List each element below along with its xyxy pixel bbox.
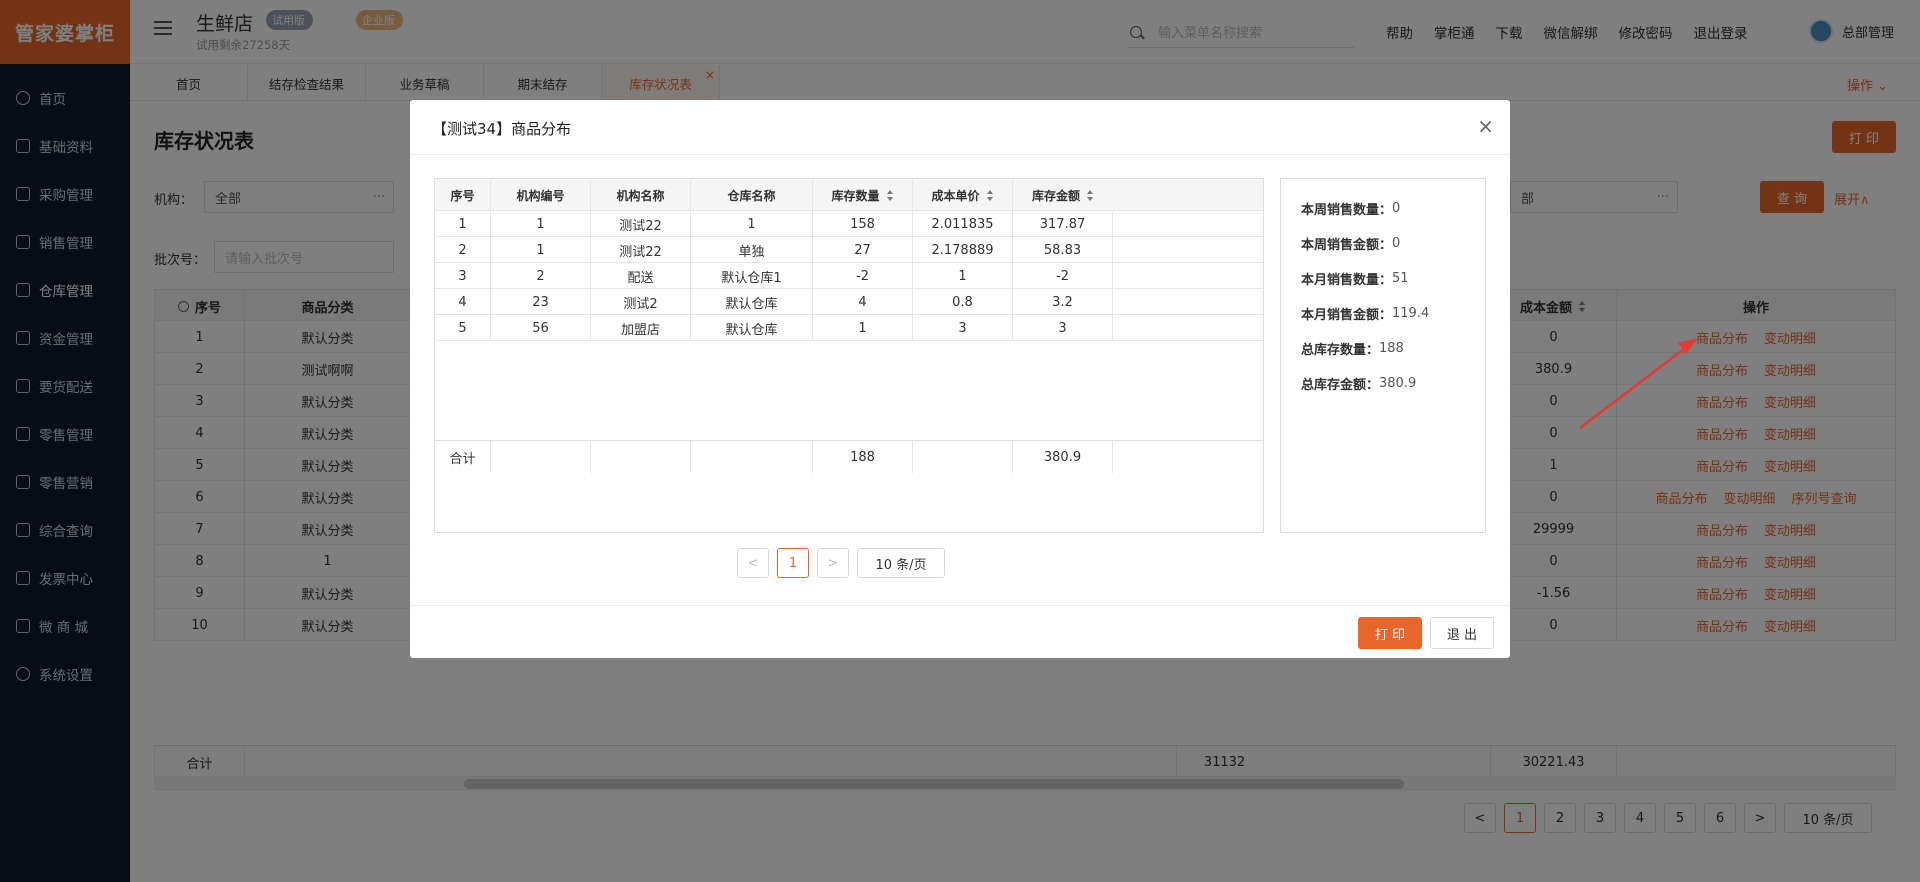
col-header-label: 库存金额: [1031, 188, 1080, 203]
row-warehouse: 默认仓库: [691, 289, 813, 315]
stat-value: 380.9: [1379, 376, 1417, 391]
table-row: 2 1 测试22 单独 27 2.178889 58.83: [435, 237, 1263, 263]
page-button[interactable]: 1: [777, 548, 809, 578]
row-unit-cost: 0.8: [913, 289, 1013, 315]
table-row: 1 1 测试22 1 158 2.011835 317.87: [435, 211, 1263, 237]
col-header-stock-qty[interactable]: 库存数量: [813, 179, 913, 211]
table-row: 4 23 测试2 默认仓库 4 0.8 3.2: [435, 289, 1263, 315]
row-org-code: 2: [491, 263, 591, 289]
dialog-exit-button[interactable]: 退 出: [1430, 617, 1494, 649]
dialog-pagination: < 1 > 10 条/页: [737, 548, 953, 578]
row-warehouse: 默认仓库: [691, 315, 813, 341]
stat-label: 本周销售数量：: [1301, 203, 1393, 218]
stat-label: 本月销售金额：: [1301, 308, 1393, 323]
distribution-dialog: 【测试34】商品分布 × 序号 机构编号 机构名称 仓库名称 库存数量 成本单价…: [410, 100, 1510, 658]
stat-month-sales-amount: 本月销售金额： 119.4: [1301, 296, 1485, 331]
row-org-name: 配送: [591, 263, 691, 289]
total-cell: [591, 441, 691, 473]
stat-month-sales-qty: 本月销售数量： 51: [1301, 261, 1485, 296]
distribution-table: 序号 机构编号 机构名称 仓库名称 库存数量 成本单价 库存金额 1 1 测试22 1…: [434, 178, 1264, 533]
table-total-row: 合计 188 380.9: [435, 440, 1263, 473]
row-warehouse: 单独: [691, 237, 813, 263]
row-stock-qty: 158: [813, 211, 913, 237]
total-stock-amount: 380.9: [1013, 441, 1113, 473]
row-no: 5: [435, 315, 491, 341]
stat-value: 0: [1392, 236, 1401, 251]
row-stock-amount: 317.87: [1013, 211, 1113, 237]
stat-label: 总库存数量：: [1301, 343, 1380, 358]
stat-value: 0: [1392, 201, 1401, 216]
row-stock-amount: -2: [1013, 263, 1113, 289]
stat-week-sales-qty: 本周销售数量： 0: [1301, 191, 1485, 226]
row-unit-cost: 3: [913, 315, 1013, 341]
stat-total-stock-qty: 总库存数量： 188: [1301, 331, 1485, 366]
page-size-select[interactable]: 10 条/页: [857, 548, 945, 578]
sort-icon: [886, 189, 894, 201]
col-header-stock-amount[interactable]: 库存金额: [1013, 179, 1263, 211]
col-header-org-name: 机构名称: [591, 179, 691, 211]
row-warehouse: 默认仓库1: [691, 263, 813, 289]
total-label: 合计: [435, 441, 491, 473]
row-unit-cost: 2.178889: [913, 237, 1013, 263]
page-prev-button[interactable]: <: [737, 548, 769, 578]
row-org-code: 1: [491, 237, 591, 263]
col-header-warehouse: 仓库名称: [691, 179, 813, 211]
col-header-unit-cost[interactable]: 成本单价: [913, 179, 1013, 211]
row-org-name: 测试22: [591, 211, 691, 237]
row-org-code: 1: [491, 211, 591, 237]
col-header-label: 库存数量: [831, 188, 880, 203]
stat-label: 总库存金额：: [1301, 378, 1380, 393]
sort-icon: [986, 189, 994, 201]
total-stock-qty: 188: [813, 441, 913, 473]
row-no: 4: [435, 289, 491, 315]
col-header-no: 序号: [435, 179, 491, 211]
total-cell: [491, 441, 591, 473]
sort-icon: [1087, 189, 1094, 201]
close-icon[interactable]: ×: [1477, 114, 1494, 138]
row-stock-qty: 4: [813, 289, 913, 315]
stat-week-sales-amount: 本周销售金额： 0: [1301, 226, 1485, 261]
stat-value: 51: [1392, 271, 1409, 286]
dialog-header: 【测试34】商品分布 ×: [410, 100, 1510, 155]
stat-label: 本月销售数量：: [1301, 273, 1393, 288]
col-header-org-code: 机构编号: [491, 179, 591, 211]
row-org-name: 测试2: [591, 289, 691, 315]
total-cell: [913, 441, 1013, 473]
table-row: 3 2 配送 默认仓库1 -2 1 -2: [435, 263, 1263, 289]
row-no: 3: [435, 263, 491, 289]
row-stock-qty: 27: [813, 237, 913, 263]
total-cell: [691, 441, 813, 473]
row-no: 2: [435, 237, 491, 263]
stat-total-stock-amount: 总库存金额： 380.9: [1301, 366, 1485, 401]
table-row: 5 56 加盟店 默认仓库 1 3 3: [435, 315, 1263, 341]
col-header-label: 成本单价: [931, 188, 980, 203]
dialog-title: 【测试34】商品分布: [432, 120, 572, 138]
row-no: 1: [435, 211, 491, 237]
stat-value: 119.4: [1392, 306, 1430, 321]
row-stock-amount: 3: [1013, 315, 1113, 341]
row-org-name: 测试22: [591, 237, 691, 263]
row-org-code: 56: [491, 315, 591, 341]
row-unit-cost: 2.011835: [913, 211, 1013, 237]
stat-label: 本周销售金额：: [1301, 238, 1393, 253]
row-warehouse: 1: [691, 211, 813, 237]
table-header-row: 序号 机构编号 机构名称 仓库名称 库存数量 成本单价 库存金额: [435, 179, 1263, 211]
dialog-footer: 打 印 退 出: [410, 605, 1510, 658]
row-stock-qty: -2: [813, 263, 913, 289]
stat-value: 188: [1379, 341, 1404, 356]
dialog-print-button[interactable]: 打 印: [1358, 617, 1422, 649]
row-stock-amount: 3.2: [1013, 289, 1113, 315]
row-org-code: 23: [491, 289, 591, 315]
row-stock-amount: 58.83: [1013, 237, 1113, 263]
sales-stats-panel: 本周销售数量： 0 本周销售金额： 0 本月销售数量： 51 本月销售金额： 119.4…: [1280, 178, 1486, 533]
row-org-name: 加盟店: [591, 315, 691, 341]
row-stock-qty: 1: [813, 315, 913, 341]
row-unit-cost: 1: [913, 263, 1013, 289]
page-next-button[interactable]: >: [817, 548, 849, 578]
